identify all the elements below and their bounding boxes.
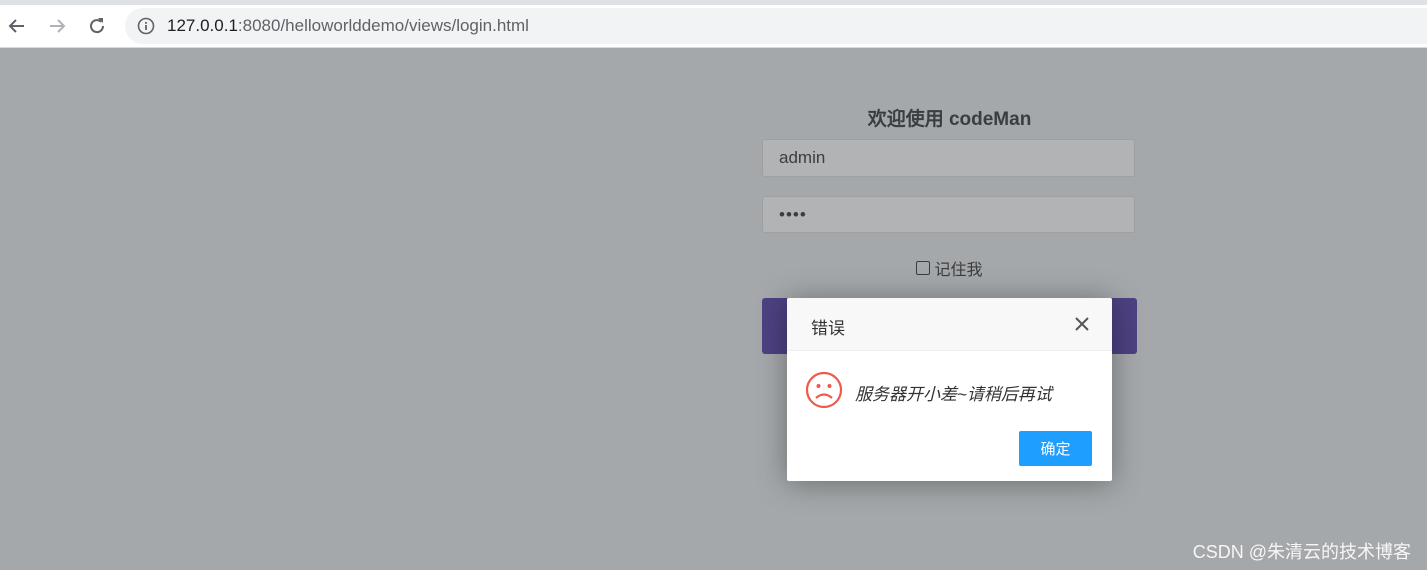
page-title: 欢迎使用 codeMan bbox=[867, 109, 1032, 130]
site-info-button[interactable] bbox=[137, 17, 155, 35]
watermark: CSDN @朱清云的技术博客 bbox=[1192, 542, 1411, 562]
browser-toolbar: 127.0.0.1:8080/helloworlddemo/views/logi… bbox=[0, 5, 1427, 48]
back-arrow-icon bbox=[8, 19, 24, 33]
forward-button[interactable] bbox=[42, 11, 72, 41]
back-button[interactable] bbox=[2, 11, 32, 41]
dialog-title: 错误 bbox=[811, 319, 845, 338]
dialog-message: 服务器开小差~请稍后再试 bbox=[855, 385, 1052, 404]
info-icon bbox=[137, 17, 155, 35]
remember-me-checkbox[interactable] bbox=[916, 261, 931, 275]
reload-button[interactable] bbox=[82, 11, 112, 41]
url-path: :8080/helloworlddemo/views/login.html bbox=[237, 16, 529, 35]
reload-icon bbox=[90, 18, 105, 34]
forward-arrow-icon bbox=[50, 19, 66, 33]
ok-button[interactable]: 确定 bbox=[1019, 431, 1092, 466]
remember-me: 记住我 bbox=[762, 256, 1137, 280]
sad-face-icon bbox=[805, 371, 843, 409]
error-dialog: 错误 服务器开小差~请稍后再试 确定 bbox=[787, 298, 1112, 481]
url-text: 127.0.0.1:8080/helloworlddemo/views/logi… bbox=[167, 16, 529, 36]
password-input[interactable]: •••• bbox=[762, 196, 1135, 233]
address-bar[interactable]: 127.0.0.1:8080/helloworlddemo/views/logi… bbox=[125, 8, 1427, 44]
remember-me-label: 记住我 bbox=[934, 262, 983, 279]
dialog-header: 错误 bbox=[787, 298, 1112, 351]
url-host: 127.0.0.1 bbox=[167, 16, 238, 35]
close-icon[interactable] bbox=[1074, 316, 1090, 332]
username-input[interactable]: admin bbox=[762, 139, 1135, 177]
